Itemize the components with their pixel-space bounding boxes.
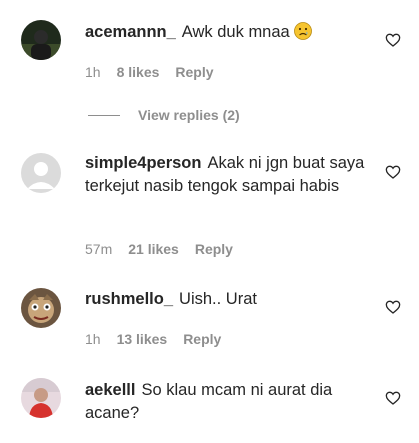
sad-face-emoji [293, 22, 312, 47]
comment-likes[interactable]: 8 likes [117, 64, 160, 80]
view-replies-button[interactable]: View replies (2) [88, 104, 240, 126]
reply-button[interactable]: Reply [183, 331, 221, 347]
view-replies-label: View replies (2) [138, 107, 240, 123]
avatar[interactable] [21, 153, 61, 193]
comment-time: 57m [85, 241, 113, 257]
heart-outline-icon[interactable] [385, 164, 401, 180]
comment-username[interactable]: aekelll [85, 381, 135, 399]
heart-outline-icon[interactable] [385, 390, 401, 406]
comment-text: acemannn_ Awk duk mnaa [85, 21, 377, 47]
comment-likes[interactable]: 21 likes [128, 241, 179, 257]
comment-meta: 57m 21 likes Reply [85, 241, 233, 257]
comment-username[interactable]: rushmello_ [85, 290, 173, 308]
avatar[interactable] [21, 288, 61, 328]
comment-text: rushmello_ Uish.. Urat [85, 288, 377, 311]
comment-meta: 1h 13 likes Reply [85, 331, 221, 347]
comment-time: 1h [85, 64, 101, 80]
reply-button[interactable]: Reply [175, 64, 213, 80]
heart-outline-icon[interactable] [385, 32, 401, 48]
comment-username[interactable]: acemannn_ [85, 23, 176, 41]
comment-time: 1h [85, 331, 101, 347]
comment-body: Uish.. Urat [179, 290, 257, 308]
comment-likes[interactable]: 13 likes [117, 331, 168, 347]
comment-text: aekelll So klau mcam ni aurat dia acane? [85, 379, 377, 425]
reply-button[interactable]: Reply [195, 241, 233, 257]
avatar[interactable] [21, 20, 61, 60]
comment-text: simple4person Akak ni jgn buat saya terke… [85, 152, 377, 198]
heart-outline-icon[interactable] [385, 299, 401, 315]
avatar[interactable] [21, 378, 61, 418]
comment-body: Awk duk mnaa [181, 23, 290, 41]
comment-username[interactable]: simple4person [85, 154, 201, 172]
divider [88, 114, 120, 116]
comment-meta: 1h 8 likes Reply [85, 64, 214, 80]
